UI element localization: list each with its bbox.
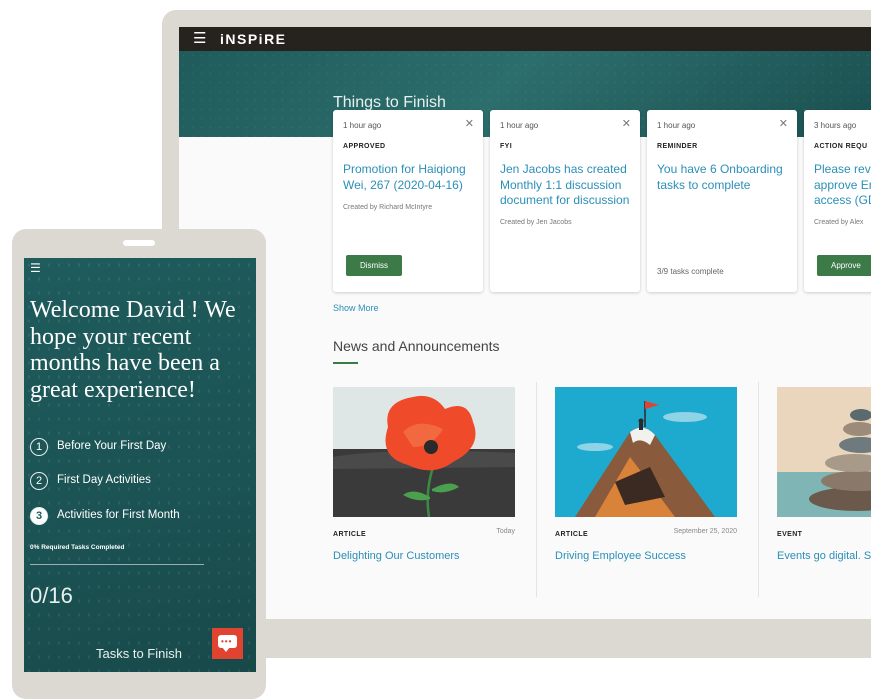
news-type: ARTICLE xyxy=(555,531,589,538)
tasks-to-finish-label[interactable]: Tasks to Finish xyxy=(96,646,182,661)
step-number: 3 xyxy=(30,507,48,525)
card-type: ACTION REQU xyxy=(814,143,868,150)
card-created-by: Created by Jen Jacobs xyxy=(500,219,572,226)
close-icon[interactable]: ✕ xyxy=(622,117,631,130)
news-type: EVENT xyxy=(777,531,803,538)
chat-button[interactable]: ••• xyxy=(212,628,243,659)
news-headline-link[interactable]: Driving Employee Success xyxy=(555,550,686,562)
news-section-title: News and Announcements xyxy=(333,338,500,354)
step-label: Before Your First Day xyxy=(57,440,167,452)
news-type: ARTICLE xyxy=(333,531,367,538)
task-card[interactable]: 3 hours ago ACTION REQU Please revi appr… xyxy=(804,110,871,292)
card-type: APPROVED xyxy=(343,143,386,150)
phone-speaker xyxy=(123,240,155,246)
card-title-link[interactable]: Promotion for Haiqiong Wei, 267 (2020-04… xyxy=(343,162,477,193)
step-label: Activities for First Month xyxy=(57,509,180,521)
card-type: REMINDER xyxy=(657,143,698,150)
close-icon[interactable]: ✕ xyxy=(465,117,474,130)
card-time: 1 hour ago xyxy=(343,121,382,130)
approve-button[interactable]: Approve xyxy=(817,255,871,276)
news-date: September 25, 2020 xyxy=(673,528,737,535)
poppy-illustration xyxy=(333,387,515,517)
task-count: 0/16 xyxy=(30,583,73,608)
news-date: Today xyxy=(496,528,515,535)
card-created-by: Created by Richard McIntyre xyxy=(343,204,433,211)
news-headline-link[interactable]: Events go digital. S xyxy=(777,550,871,562)
desktop-app: ☰ iNSPiRE Things to Finish 1 hour ago ✕ … xyxy=(179,27,871,619)
welcome-message: Welcome David ! We hope your recent mont… xyxy=(30,297,236,403)
hamburger-icon[interactable]: ☰ xyxy=(193,31,206,47)
phone-frame: ☰ Welcome David ! We hope your recent mo… xyxy=(12,229,266,699)
task-card[interactable]: 1 hour ago ✕ FYI Jen Jacobs has created … xyxy=(490,110,640,292)
news-divider xyxy=(536,382,537,597)
card-title-link[interactable]: You have 6 Onboarding tasks to complete xyxy=(657,162,791,193)
news-headline-link[interactable]: Delighting Our Customers xyxy=(333,550,460,562)
mountain-illustration xyxy=(555,387,737,517)
card-created-by: Created by Alex xyxy=(814,219,864,226)
card-title-link[interactable]: Jen Jacobs has created Monthly 1:1 discu… xyxy=(500,162,634,209)
step-number: 2 xyxy=(30,472,48,490)
card-progress: 3/9 tasks complete xyxy=(657,267,724,276)
card-time: 1 hour ago xyxy=(500,121,539,130)
task-card[interactable]: 1 hour ago ✕ APPROVED Promotion for Haiq… xyxy=(333,110,483,292)
task-card[interactable]: 1 hour ago ✕ REMINDER You have 6 Onboard… xyxy=(647,110,797,292)
news-image-stones[interactable] xyxy=(777,387,871,517)
required-tasks-status: 0% Required Tasks Completed xyxy=(30,544,125,551)
news-divider xyxy=(758,382,759,597)
news-image-mountain[interactable] xyxy=(555,387,737,517)
step-label: First Day Activities xyxy=(57,474,151,486)
news-image-poppy[interactable] xyxy=(333,387,515,517)
news-card[interactable]: EVENT Events go digital. S xyxy=(777,387,871,597)
card-time: 3 hours ago xyxy=(814,121,857,130)
close-icon[interactable]: ✕ xyxy=(779,117,788,130)
card-title-link[interactable]: Please revi approve Er access (GD xyxy=(814,162,871,209)
top-nav-bar: ☰ iNSPiRE xyxy=(179,27,871,51)
news-card[interactable]: ARTICLE Today Delighting Our Customers xyxy=(333,387,517,597)
step-number: 1 xyxy=(30,438,48,456)
laptop-frame: ☰ iNSPiRE Things to Finish 1 hour ago ✕ … xyxy=(162,10,871,658)
show-more-link[interactable]: Show More xyxy=(333,303,379,313)
dismiss-button[interactable]: Dismiss xyxy=(346,255,402,276)
brand-logo[interactable]: iNSPiRE xyxy=(220,31,287,47)
news-title-underline xyxy=(333,362,358,364)
progress-divider xyxy=(30,564,204,565)
card-type: FYI xyxy=(500,143,513,150)
chat-dots: ••• xyxy=(221,637,233,646)
stones-illustration xyxy=(777,387,871,517)
mobile-app: ☰ Welcome David ! We hope your recent mo… xyxy=(24,258,256,672)
hamburger-icon[interactable]: ☰ xyxy=(30,261,41,275)
card-time: 1 hour ago xyxy=(657,121,696,130)
news-card[interactable]: ARTICLE September 25, 2020 Driving Emplo… xyxy=(555,387,739,597)
